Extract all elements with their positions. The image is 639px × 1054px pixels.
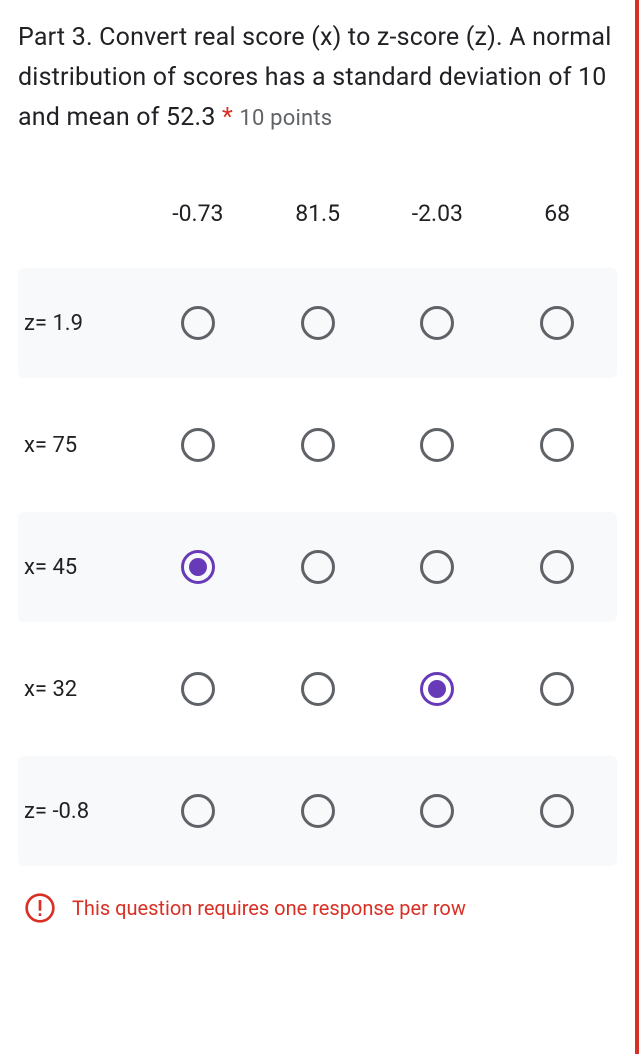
radio-option[interactable] [540, 306, 574, 340]
radio-option[interactable] [420, 306, 454, 340]
radio-option[interactable] [301, 794, 335, 828]
row-label: x= 75 [18, 433, 138, 458]
row-label: z= 1.9 [18, 311, 138, 336]
row-label: z= -0.8 [18, 799, 138, 824]
radio-option[interactable] [540, 672, 574, 706]
radio-option[interactable] [540, 428, 574, 462]
radio-option[interactable] [181, 794, 215, 828]
radio-option[interactable] [181, 428, 215, 462]
grid-row: z= -0.8 [18, 756, 617, 866]
column-header: 68 [497, 200, 617, 227]
row-label: x= 45 [18, 555, 138, 580]
radio-option[interactable] [301, 306, 335, 340]
radio-option[interactable] [301, 428, 335, 462]
column-header: 81.5 [258, 200, 378, 227]
radio-option[interactable] [420, 794, 454, 828]
radio-option[interactable] [540, 550, 574, 584]
radio-option[interactable] [420, 428, 454, 462]
error-text: This question requires one response per … [72, 893, 466, 923]
row-label: x= 32 [18, 677, 138, 702]
grid-row: z= 1.9 [18, 268, 617, 378]
column-header: -2.03 [378, 200, 498, 227]
column-header: -0.73 [138, 200, 258, 227]
error-message-row: This question requires one response per … [18, 892, 617, 924]
radio-option[interactable] [181, 672, 215, 706]
points-label: 10 points [239, 106, 332, 131]
required-star: * [222, 103, 233, 132]
grid-header-row: -0.73 81.5 -2.03 68 [18, 188, 617, 238]
radio-option-selected[interactable] [181, 550, 215, 584]
radio-option[interactable] [420, 550, 454, 584]
radio-option[interactable] [181, 306, 215, 340]
grid-row: x= 32 [18, 634, 617, 744]
error-icon [24, 892, 56, 924]
question-title: Part 3. Convert real score (x) to z-scor… [18, 18, 617, 138]
radio-option[interactable] [540, 794, 574, 828]
grid-row: x= 75 [18, 390, 617, 500]
radio-option[interactable] [301, 672, 335, 706]
question-card: Part 3. Convert real score (x) to z-scor… [0, 0, 635, 934]
grid-row: x= 45 [18, 512, 617, 622]
radio-grid: -0.73 81.5 -2.03 68 z= 1.9 x= 75 x= 45 [18, 188, 617, 866]
radio-option-selected[interactable] [420, 672, 454, 706]
radio-option[interactable] [301, 550, 335, 584]
